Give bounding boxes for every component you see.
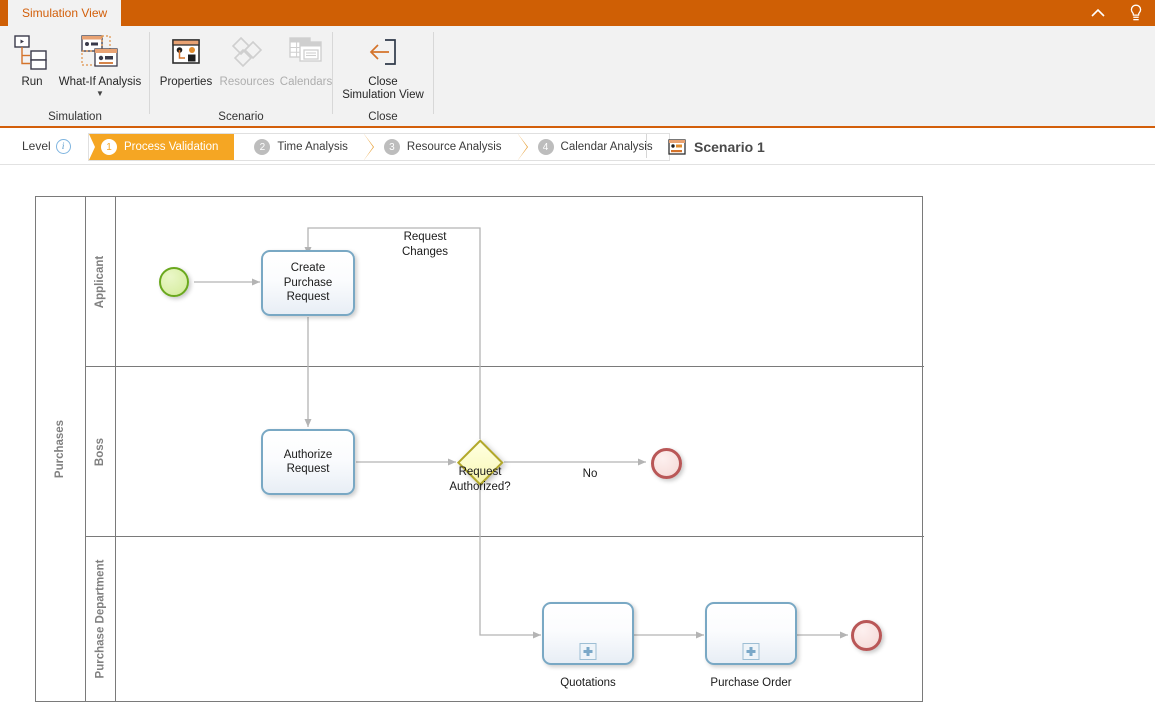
lane-purchase-department-label: Purchase Department: [94, 559, 107, 679]
lane-applicant-header: Applicant: [86, 197, 116, 366]
flow-label-request-changes: Request Changes: [401, 231, 449, 258]
tab-simulation-view-label: Simulation View: [22, 6, 108, 20]
calendars-button[interactable]: Calendars: [277, 30, 335, 89]
step-process-validation[interactable]: 1 Process Validation: [89, 134, 235, 160]
task-create-purchase-request[interactable]: Create Purchase Request: [261, 250, 355, 316]
info-icon[interactable]: i: [55, 138, 71, 154]
calendars-icon: [288, 30, 324, 74]
end-event-not-authorized[interactable]: [651, 448, 682, 479]
ribbon-collapse-button[interactable]: [1085, 0, 1111, 26]
step-1-label: Process Validation: [124, 141, 219, 153]
level-label-group: Level i: [22, 138, 71, 154]
what-if-analysis-label: What-If Analysis: [58, 76, 142, 88]
lane-boss-header: Boss: [86, 367, 116, 536]
ribbon: Run What-If Analysis ▼ Simulation Proper…: [0, 26, 1155, 128]
run-button[interactable]: Run: [8, 30, 56, 89]
pool-label: Purchases: [54, 419, 67, 479]
gateway-request-authorized-label: Request Authorized?: [449, 466, 511, 493]
resources-button[interactable]: Resources: [217, 30, 277, 89]
step-3-label: Resource Analysis: [406, 141, 502, 153]
ribbon-group-separator-3: [433, 32, 434, 114]
scenario-label: Scenario 1: [694, 139, 765, 155]
subprocess-expand-icon[interactable]: [579, 643, 597, 660]
subprocess-purchase-order[interactable]: [705, 602, 797, 665]
tab-simulation-view[interactable]: Simulation View: [8, 0, 122, 26]
step-2-number: 2: [254, 139, 271, 155]
scenario-icon: [668, 139, 686, 155]
flow-label-no: No: [582, 468, 598, 480]
ribbon-group-scenario: Properties Resources Calendars Scenario: [150, 26, 332, 126]
diagram-canvas[interactable]: Purchases Applicant Boss Purchase Depart…: [0, 165, 1155, 718]
lane-applicant[interactable]: Applicant: [86, 197, 924, 367]
lane-purchase-department-header: Purchase Department: [86, 537, 116, 701]
scenario-selector[interactable]: Scenario 1: [668, 135, 765, 159]
end-event-purchase-complete[interactable]: [851, 620, 882, 651]
level-label: Level: [22, 139, 51, 153]
resources-icon: [229, 30, 265, 74]
subprocess-quotations[interactable]: [542, 602, 634, 665]
run-label: Run: [21, 76, 43, 88]
lightbulb-icon: [1130, 4, 1142, 21]
properties-label: Properties: [159, 76, 213, 88]
step-2-label: Time Analysis: [277, 141, 348, 153]
ribbon-group-simulation-title: Simulation: [48, 111, 102, 123]
calendars-label: Calendars: [279, 76, 333, 88]
level-bar-divider: [646, 134, 647, 158]
what-if-analysis-dropdown-arrow[interactable]: ▼: [96, 90, 104, 98]
run-icon: [12, 30, 52, 74]
chevron-up-icon: [1091, 8, 1105, 17]
properties-button[interactable]: Properties: [155, 30, 217, 89]
level-steps: 1 Process Validation 2 Time Analysis 3 R…: [88, 133, 670, 161]
help-button[interactable]: [1123, 0, 1149, 26]
lane-boss-label: Boss: [94, 437, 107, 466]
pool-header: Purchases: [36, 197, 86, 701]
lane-applicant-label: Applicant: [94, 255, 107, 308]
what-if-analysis-icon: [78, 30, 122, 74]
step-resource-analysis[interactable]: 3 Resource Analysis: [363, 134, 528, 160]
ribbon-group-simulation: Run What-If Analysis ▼ Simulation: [0, 26, 150, 126]
subprocess-expand-icon[interactable]: [742, 643, 760, 660]
lane-boss[interactable]: Boss: [86, 367, 924, 537]
back-arrow-icon: [365, 30, 401, 74]
step-1-number: 1: [101, 139, 117, 155]
step-3-number: 3: [383, 139, 400, 155]
close-simulation-view-label: Close Simulation View: [342, 76, 424, 101]
subprocess-purchase-order-label: Purchase Order: [710, 677, 792, 689]
window-controls: [1085, 0, 1149, 26]
step-4-number: 4: [537, 139, 554, 155]
ribbon-group-close: Close Simulation View Close: [333, 26, 433, 126]
ribbon-group-close-title: Close: [368, 111, 398, 123]
title-bar: Simulation View: [0, 0, 1155, 26]
start-event[interactable]: [159, 267, 189, 297]
resources-label: Resources: [219, 76, 275, 88]
close-simulation-view-button[interactable]: Close Simulation View: [333, 30, 433, 102]
subprocess-quotations-label: Quotations: [560, 677, 616, 689]
step-time-analysis[interactable]: 2 Time Analysis: [234, 134, 374, 160]
step-4-label: Calendar Analysis: [560, 141, 653, 153]
what-if-analysis-button[interactable]: What-If Analysis ▼: [55, 30, 145, 98]
task-authorize-request[interactable]: Authorize Request: [261, 429, 355, 495]
properties-icon: [170, 30, 202, 74]
ribbon-group-scenario-title: Scenario: [218, 111, 264, 123]
